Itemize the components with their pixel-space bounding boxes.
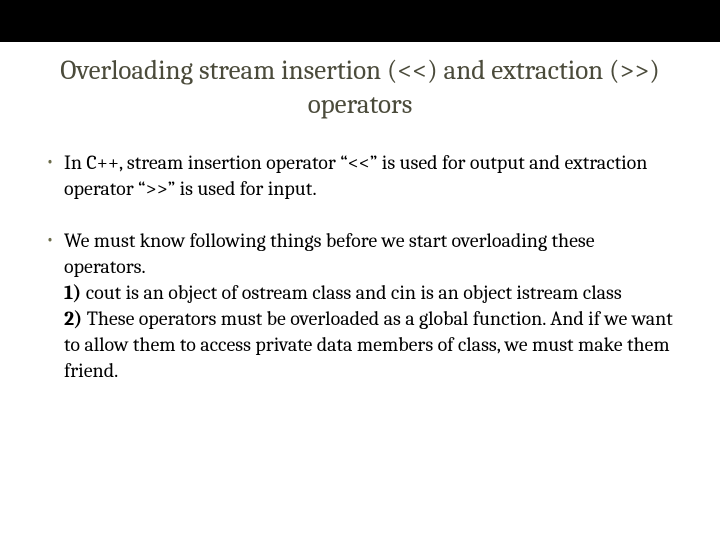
top-bar — [0, 0, 720, 42]
sub-point-num: 1) — [64, 281, 81, 304]
sub-point: 2) These operators must be overloaded as… — [64, 306, 680, 384]
sub-point-text: cout is an object of ostream class and c… — [81, 281, 621, 304]
bullet-list: In C++, stream insertion operator “<<” i… — [40, 150, 680, 384]
sub-point-num: 2) — [64, 307, 82, 330]
slide-content: Overloading stream insertion (<<) and ex… — [0, 42, 720, 384]
list-item: We must know following things before we … — [46, 228, 680, 384]
bullet-text: We must know following things before we … — [64, 229, 595, 278]
slide-title: Overloading stream insertion (<<) and ex… — [40, 54, 680, 122]
list-item: In C++, stream insertion operator “<<” i… — [46, 150, 680, 202]
sub-point: 1) cout is an object of ostream class an… — [64, 280, 680, 306]
sub-point-text: These operators must be overloaded as a … — [64, 307, 673, 382]
bullet-text: In C++, stream insertion operator “<<” i… — [64, 151, 647, 200]
